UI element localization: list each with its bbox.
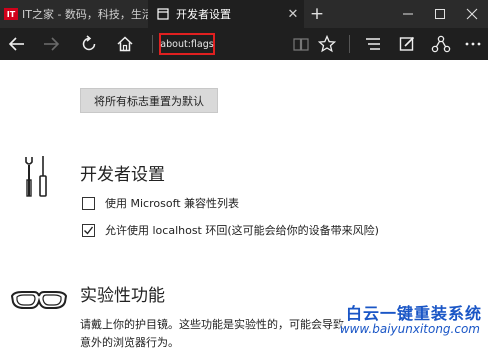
close-tab-icon[interactable]: ✕ [282, 7, 304, 22]
home-button[interactable] [108, 28, 142, 60]
back-button[interactable] [0, 28, 34, 60]
experimental-features-title: 实验性功能 [80, 286, 165, 306]
refresh-icon [82, 35, 96, 51]
favorite-button[interactable] [310, 28, 344, 60]
developer-settings-title: 开发者设置 [80, 165, 165, 185]
goggles-icon [10, 291, 68, 309]
forward-button[interactable] [34, 28, 68, 60]
toolbar-separator [349, 35, 350, 53]
tab-title: IT之家 - 数码，科技，生活 [22, 8, 148, 21]
close-icon [466, 8, 478, 20]
more-icon [465, 42, 481, 46]
option-label: 使用 Microsoft 兼容性列表 [105, 197, 240, 210]
address-bar[interactable]: about:flags [159, 33, 215, 55]
option-localhost-loopback: 允许使用 localhost 环回(这可能会给你的设备带来风险) [82, 222, 379, 238]
book-icon [293, 38, 309, 51]
tools-icon [25, 156, 47, 197]
page-icon [157, 8, 169, 20]
address-separator [152, 35, 153, 53]
refresh-button[interactable] [72, 28, 106, 60]
option-label: 允许使用 localhost 环回(这可能会给你的设备带来风险) [105, 224, 379, 237]
home-icon [117, 36, 133, 52]
ms-compat-list-checkbox[interactable] [82, 196, 95, 210]
forward-arrow-icon [44, 37, 60, 51]
tab-title: 开发者设置 [176, 8, 231, 21]
reset-all-flags-button[interactable]: 将所有标志重置为默认 [80, 88, 218, 113]
back-arrow-icon [8, 37, 24, 51]
description-line-2: 意外的浏览器行为。 [80, 336, 179, 349]
checkmark-icon [84, 226, 94, 235]
localhost-loopback-checkbox[interactable] [82, 223, 95, 237]
hub-button[interactable] [356, 28, 390, 60]
watermark-url: www.baiyunxitong.com [337, 322, 482, 336]
watermark-title: 白云一键重装系统 [343, 300, 484, 324]
option-ms-compat-list: 使用 Microsoft 兼容性列表 [82, 195, 239, 211]
minimize-button[interactable] [392, 0, 424, 28]
new-tab-button[interactable]: + [304, 0, 330, 28]
star-icon [318, 35, 336, 53]
share-icon [431, 35, 451, 53]
web-note-icon [399, 36, 415, 51]
it-home-favicon: IT [4, 8, 18, 20]
minimize-icon [403, 13, 413, 15]
share-button[interactable] [424, 28, 458, 60]
tab-it-home[interactable]: IT IT之家 - 数码，科技，生活 [0, 0, 148, 28]
web-note-button[interactable] [390, 28, 424, 60]
more-button[interactable] [456, 28, 488, 60]
maximize-button[interactable] [424, 0, 456, 28]
close-window-button[interactable] [456, 0, 488, 28]
tab-developer-settings[interactable]: 开发者设置 ✕ [148, 0, 304, 28]
tab-strip: IT IT之家 - 数码，科技，生活 开发者设置 ✕ + [0, 0, 488, 28]
maximize-icon [435, 9, 445, 19]
navigation-bar: about:flags [0, 28, 488, 60]
hub-icon [366, 38, 380, 50]
